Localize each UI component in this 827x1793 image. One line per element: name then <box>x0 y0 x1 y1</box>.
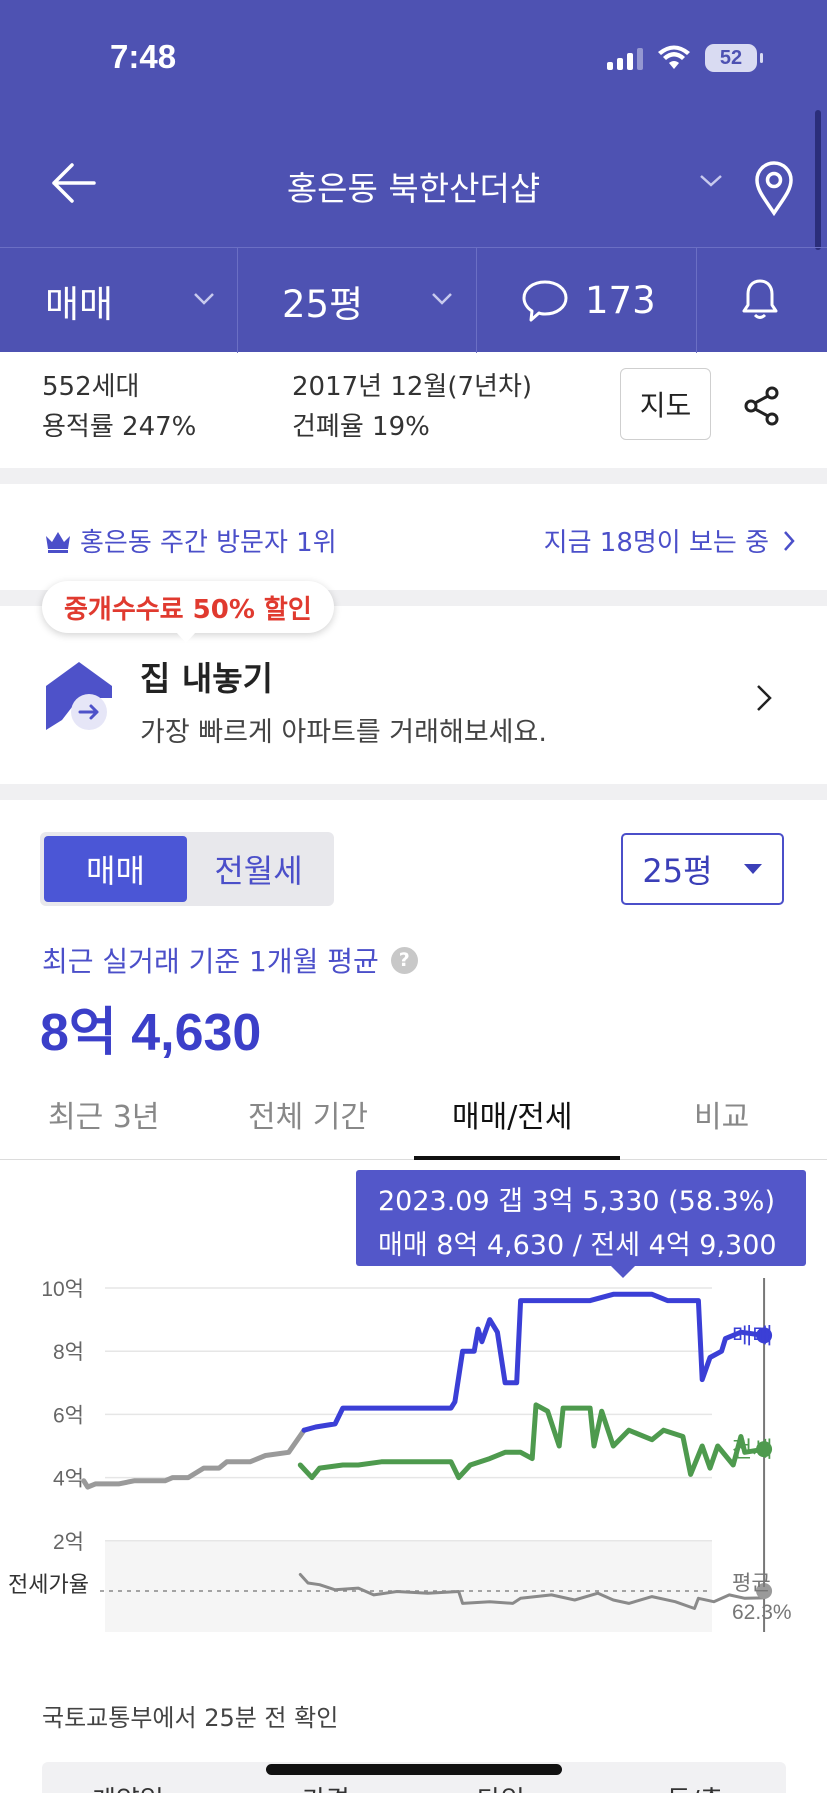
notification-button[interactable] <box>697 248 827 353</box>
col-type: 타입 <box>477 1780 525 1793</box>
ratio-band <box>105 1540 712 1632</box>
comments-button[interactable]: 173 <box>477 248 697 353</box>
households: 552세대 <box>42 372 140 402</box>
app-header: 7:48 52 홍은동 북한산더샵 매매 25평 173 <box>0 0 827 353</box>
promo-badge: 중개수수료 50% 할인 <box>42 581 334 643</box>
section-divider <box>0 784 827 800</box>
chevron-right-icon <box>784 530 795 551</box>
tab-recent-3y[interactable]: 최근 3년 <box>48 1092 159 1136</box>
col-building-floor: 동/층 <box>667 1780 724 1793</box>
y-tick-label: 2억 <box>53 1531 84 1554</box>
chevron-down-icon <box>432 293 452 305</box>
built-date: 2017년 12월(7년차) <box>292 372 533 402</box>
section-divider <box>0 468 827 484</box>
bell-icon <box>742 279 778 319</box>
battery-icon: 52 <box>705 44 763 72</box>
location-pin-icon[interactable] <box>752 160 796 216</box>
y-tick-label: 8억 <box>53 1341 84 1364</box>
building-coverage: 건폐율 19% <box>292 412 430 442</box>
tooltip-prices: 매매 8억 4,630 / 전세 4억 9,300 <box>378 1230 777 1261</box>
legend-jeonse: 전세 <box>732 1438 772 1463</box>
y-tick-label: 10억 <box>41 1278 84 1301</box>
y-tick-label: 4억 <box>53 1468 84 1491</box>
data-source: 국토교통부에서 25분 전 확인 <box>42 1704 339 1732</box>
ratio-avg-label: 평균 <box>732 1571 771 1595</box>
col-price: 가격 <box>302 1780 350 1793</box>
caret-down-icon <box>743 864 762 874</box>
sell-subtitle: 가장 빠르게 아파트를 거래해보세요. <box>140 717 547 748</box>
trade-type-label: 매매 <box>45 282 114 326</box>
filter-bar: 매매 25평 173 <box>0 247 827 353</box>
home-indicator <box>266 1764 562 1775</box>
visitor-banner[interactable]: 홍은동 주간 방문자 1위 지금 18명이 보는 중 <box>0 484 827 590</box>
size-label: 25평 <box>282 282 364 326</box>
status-time: 7:48 <box>110 38 177 75</box>
size-dropdown[interactable]: 25평 <box>238 248 477 353</box>
house-listing-icon <box>46 662 112 730</box>
tooltip-gap: 2023.09 갭 3억 5,330 (58.3%) <box>378 1186 775 1217</box>
trade-type-dropdown[interactable]: 매매 <box>0 248 238 353</box>
series-line-jeonse <box>297 1402 767 1481</box>
cell-signal-icon <box>607 46 643 70</box>
sell-title: 집 내놓기 <box>140 659 273 698</box>
viewing-text: 지금 18명이 보는 중 <box>543 528 769 558</box>
avg-price: 8억 4,630 <box>40 1004 262 1062</box>
active-tab-indicator <box>414 1156 620 1160</box>
chevron-down-icon <box>194 293 214 305</box>
status-icons: 52 <box>607 44 763 72</box>
chart-tooltip: 2023.09 갭 3억 5,330 (58.3%) 매매 8억 4,630 /… <box>356 1170 806 1278</box>
comment-count: 173 <box>585 279 656 322</box>
size-select-value: 25평 <box>642 852 713 890</box>
map-button[interactable]: 지도 <box>620 368 711 440</box>
avg-label-text: 최근 실거래 기준 1개월 평균 <box>42 945 379 978</box>
tab-sale-jeonse[interactable]: 매매/전세 <box>452 1092 573 1136</box>
chevron-right-icon <box>757 685 772 711</box>
segment-sale[interactable]: 매매 <box>44 836 187 902</box>
visitor-rank: 홍은동 주간 방문자 1위 <box>44 522 337 559</box>
size-select[interactable]: 25평 <box>621 833 784 905</box>
tab-compare[interactable]: 비교 <box>694 1092 749 1136</box>
legend-sale: 매매 <box>732 1324 772 1349</box>
crown-icon <box>46 531 70 553</box>
complex-info: 552세대 2017년 12월(7년차) 용적률 247% 건폐율 19% 지도 <box>0 352 827 468</box>
chat-bubble-icon <box>522 280 568 322</box>
segment-rent[interactable]: 전월세 <box>187 836 330 902</box>
series-line-pre <box>81 1427 307 1490</box>
period-tabs: 최근 3년 전체 기간 매매/전세 비교 <box>0 1080 827 1160</box>
chevron-down-icon[interactable] <box>698 172 724 190</box>
wifi-icon <box>658 45 690 69</box>
col-contract-date: 계약일 <box>92 1780 164 1793</box>
help-icon[interactable]: ? <box>390 946 418 974</box>
visitor-viewing[interactable]: 지금 18명이 보는 중 <box>544 522 795 559</box>
sell-listing-banner[interactable]: 중개수수료 50% 할인 집 내놓기 가장 빠르게 아파트를 거래해보세요. <box>0 581 827 784</box>
ratio-avg-value: 62.3% <box>732 1601 792 1624</box>
scrollbar[interactable] <box>815 110 821 250</box>
share-icon[interactable] <box>742 385 782 427</box>
tab-all-period[interactable]: 전체 기간 <box>248 1092 368 1136</box>
trade-segment-control: 매매 전월세 <box>40 832 334 906</box>
visitor-rank-text: 홍은동 주간 방문자 1위 <box>80 528 337 558</box>
y-tick-label: 6억 <box>53 1404 84 1427</box>
avg-price-label: 최근 실거래 기준 1개월 평균 ? <box>42 940 418 980</box>
ratio-label: 전세가율 <box>8 1573 89 1598</box>
floor-area-ratio: 용적률 247% <box>42 412 197 442</box>
